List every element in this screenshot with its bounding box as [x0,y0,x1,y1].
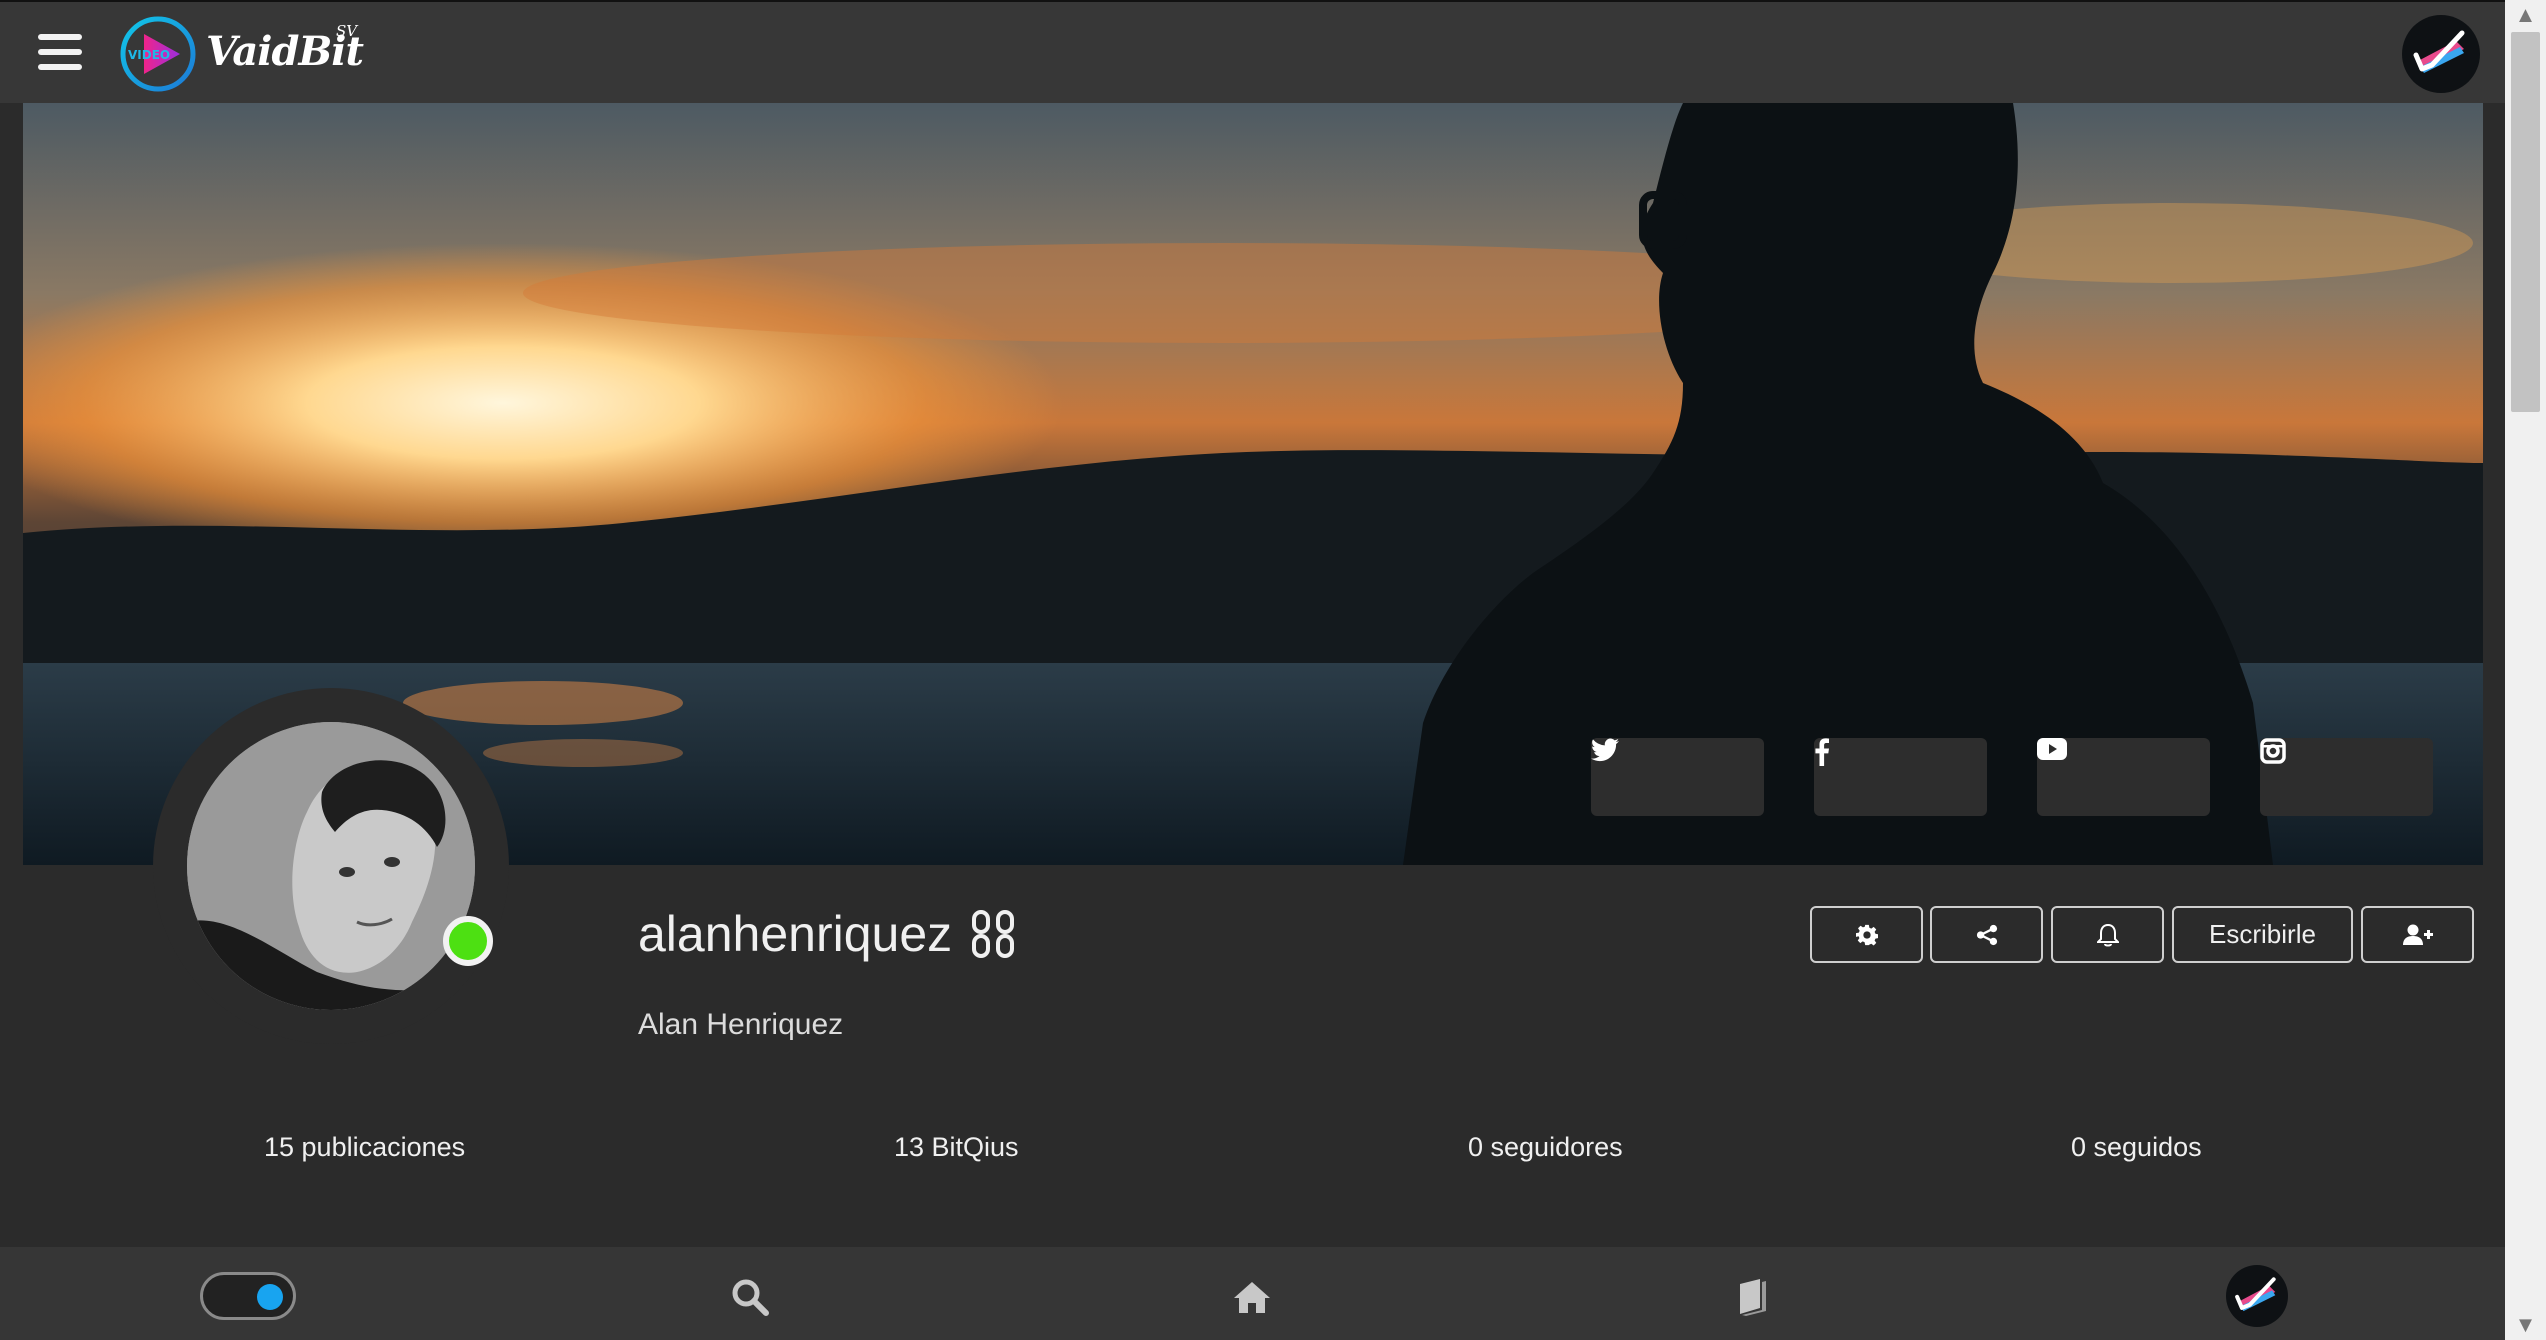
youtube-button[interactable] [2037,738,2210,816]
following-count[interactable]: 0 seguidos [2071,1132,2202,1163]
scrollbar[interactable]: ▲ ▼ [2505,0,2546,1340]
username: alanhenriquez [638,906,953,962]
hamburger-menu-icon[interactable] [30,32,90,76]
follow-button[interactable] [2361,906,2474,963]
bitqius-count[interactable]: 13 BitQius [894,1132,1019,1163]
bell-icon [2096,923,2119,946]
logo-superscript: SV [336,22,358,40]
user-avatar[interactable] [2402,15,2480,93]
book-icon[interactable] [1731,1275,1775,1319]
theme-toggle[interactable] [200,1272,296,1320]
write-message-button[interactable]: Escribirle [2172,906,2353,963]
profile-photo [187,722,475,1010]
full-name: Alan Henriquez [638,1008,844,1041]
notifications-button[interactable] [2051,906,2164,963]
logo-mark-text: VIDEO [128,48,170,62]
toggle-knob [257,1284,283,1310]
share-icon [1976,924,1997,945]
top-bar: VIDEO VaidBit SV [0,0,2505,103]
gear-icon [1855,924,1878,945]
search-icon[interactable] [728,1275,772,1319]
username-row: alanhenriquez [638,905,1016,963]
add-user-icon [2402,924,2433,945]
twitter-icon [1591,738,1619,762]
followers-count[interactable]: 0 seguidores [1468,1132,1623,1163]
scrollbar-thumb[interactable] [2511,32,2540,412]
facebook-icon [1815,738,1829,766]
twitter-button[interactable] [1591,738,1764,816]
online-status-indicator [443,916,493,966]
scroll-up-arrow-icon[interactable]: ▲ [2505,0,2546,30]
avatar-brush-icon [2413,30,2465,73]
avatar-brush-icon [2235,1277,2276,1312]
settings-button[interactable] [1810,906,1923,963]
share-button[interactable] [1930,906,2043,963]
bottom-navigation [0,1247,2505,1340]
facebook-button[interactable] [1814,738,1987,816]
chain-link-icon[interactable] [970,909,1016,959]
instagram-icon [2260,738,2286,764]
logo-mark-icon: VIDEO [120,16,196,92]
home-icon[interactable] [1230,1275,1274,1319]
logo[interactable]: VIDEO VaidBit SV [118,14,378,94]
profile-avatar[interactable] [187,722,475,1010]
scroll-down-arrow-icon[interactable]: ▼ [2505,1310,2546,1340]
user-avatar[interactable] [2226,1265,2288,1327]
instagram-button[interactable] [2260,738,2433,816]
youtube-icon [2037,738,2067,760]
posts-count[interactable]: 15 publicaciones [264,1132,465,1163]
